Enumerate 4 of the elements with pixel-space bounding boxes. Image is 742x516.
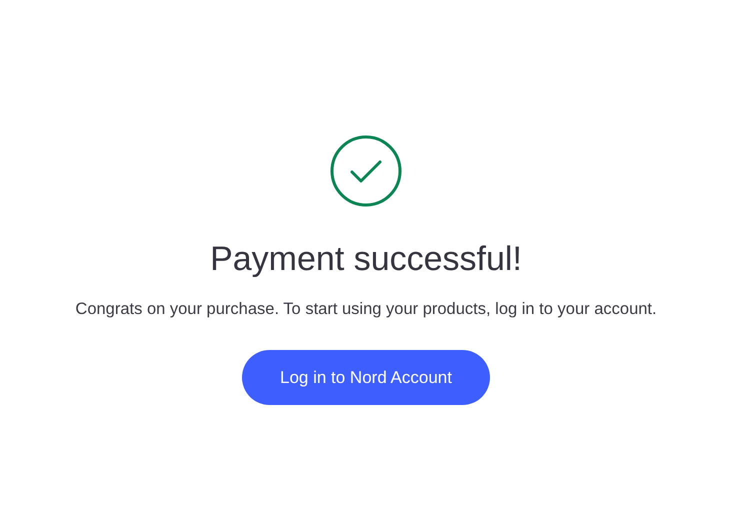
success-check-icon [330, 135, 402, 207]
login-button[interactable]: Log in to Nord Account [242, 350, 490, 405]
page-title: Payment successful! [210, 239, 522, 279]
message-text: Congrats on your purchase. To start using your products, log in to your account. [75, 299, 657, 320]
